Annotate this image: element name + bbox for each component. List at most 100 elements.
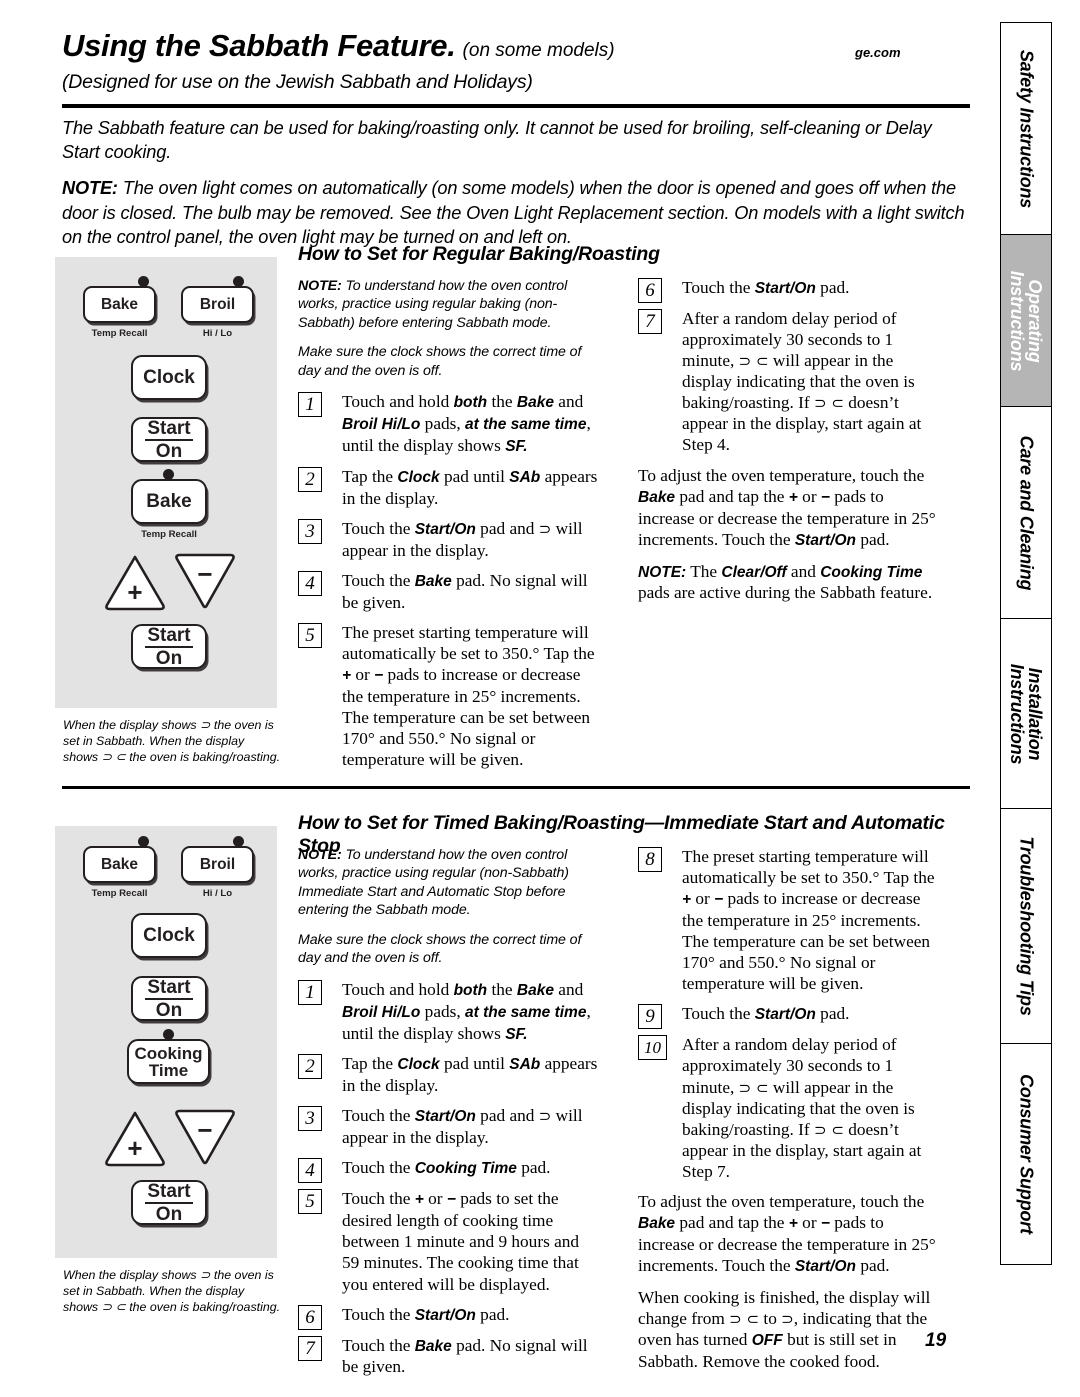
start-label: Start: [145, 417, 193, 441]
section-2-column-left: NOTE: To understand how the oven control…: [298, 846, 598, 1387]
panel-1-caption: When the display shows ⊃ the oven is set…: [63, 718, 281, 764]
on2-label: On: [155, 647, 183, 669]
sidebar-tab-safety-instructions[interactable]: Safety Instructions: [1000, 22, 1052, 234]
bake-pad-lower[interactable]: Bake: [131, 479, 207, 524]
sidebar-tab-consumer-support[interactable]: Consumer Support: [1000, 1043, 1052, 1265]
svg-text:−: −: [197, 559, 212, 589]
clock-pad[interactable]: Clock: [131, 355, 207, 400]
sidebar-tab-care-and-cleaning[interactable]: Care and Cleaning: [1000, 406, 1052, 618]
section-1-column-left: NOTE: To understand how the oven control…: [298, 277, 598, 779]
sidebar-tab-label: Troubleshooting Tips: [1016, 836, 1037, 1016]
step-number: 3: [298, 518, 322, 544]
start-label-2: Start: [145, 976, 193, 1000]
bake-pad-lower-sublabel: Temp Recall: [141, 529, 197, 540]
step-item: 2 Tap the Clock pad until SAb appears in …: [298, 466, 598, 509]
step-item: 6 Touch the Start/On pad.: [298, 1304, 598, 1330]
plus-pad[interactable]: +: [103, 553, 167, 613]
section-1-column-right: 6 Touch the Start/On pad. 7 After a random …: [638, 277, 938, 614]
step-number: 2: [298, 466, 322, 492]
step-number: 6: [298, 1304, 322, 1330]
bake-pad-sublabel: Temp Recall: [91, 328, 148, 339]
start2-label: Start: [145, 624, 193, 648]
step-number: 5: [298, 1189, 322, 1215]
minus-pad-2[interactable]: −: [173, 1107, 237, 1167]
step-text: Touch the Cooking Time pad.: [342, 1158, 551, 1178]
panel-2-caption: When the display shows ⊃ the oven is set…: [63, 1268, 281, 1314]
step-text: Touch the Start/On pad.: [342, 1304, 510, 1324]
page-title-main: Using the Sabbath Feature.: [62, 28, 456, 63]
start-on-pad-upper[interactable]: Start On: [131, 417, 207, 462]
step-item: 10 After a random delay period of approxi…: [638, 1034, 938, 1182]
bake-pad-2[interactable]: Bake: [83, 846, 156, 883]
broil-pad[interactable]: Broil: [181, 286, 254, 323]
step-text: Touch the Start/On pad and ⊃ will appear…: [342, 1106, 583, 1148]
step-item: 7 After a random delay period of approxim…: [638, 308, 938, 456]
broil-pad-sublabel: Hi / Lo: [202, 328, 233, 339]
step-item: 4 Touch the Cooking Time pad.: [298, 1157, 598, 1184]
step-item: 6 Touch the Start/On pad.: [638, 277, 938, 303]
step-text: The preset starting temperature will aut…: [682, 847, 935, 994]
step-item: 9 Touch the Start/On pad.: [638, 1003, 938, 1030]
section-2-note: NOTE: To understand how the oven control…: [298, 846, 598, 920]
step-item: 7 Touch the Bake pad. No signal will be g…: [298, 1335, 598, 1378]
start-on-pad-2-lower[interactable]: Start On: [131, 1180, 207, 1225]
step-text: Tap the Clock pad until SAb appears in t…: [342, 1054, 598, 1096]
control-panel-diagram-2: Bake Temp Recall Broil Hi / Lo Clock Sta…: [55, 826, 277, 1258]
broil-pad-2-sublabel: Hi / Lo: [202, 888, 233, 899]
step-item: 1 Touch and hold both the Bake and Broil …: [298, 391, 598, 457]
bake-pad[interactable]: Bake: [83, 286, 156, 323]
section-2-column-right: 8 The preset starting temperature will au…: [638, 846, 938, 1382]
bake-pad-2-label: Bake: [100, 855, 139, 873]
plus-pad-2[interactable]: +: [103, 1109, 167, 1169]
cooking-time-pad[interactable]: Cooking Time: [127, 1039, 210, 1084]
step-item: 3 Touch the Start/On pad and ⊃ will appea…: [298, 1105, 598, 1148]
svg-text:+: +: [127, 1133, 142, 1163]
bake-pad-lower-label: Bake: [146, 490, 192, 512]
sidebar-tab-troubleshooting-tips[interactable]: Troubleshooting Tips: [1000, 808, 1052, 1043]
broil-pad-label: Broil: [199, 295, 236, 313]
step-number: 2: [298, 1054, 322, 1080]
sidebar-tab-installation[interactable]: Installation Instructions: [1000, 618, 1052, 808]
step-number: 4: [298, 1158, 322, 1184]
step-text: Touch the Start/On pad.: [682, 278, 850, 297]
page-subtitle: (Designed for use on the Jewish Sabbath …: [62, 71, 533, 93]
step-number: 8: [638, 847, 662, 872]
sidebar-tab-label: Consumer Support: [1016, 1074, 1037, 1234]
page-number: 19: [925, 1330, 947, 1351]
step-number: 4: [298, 570, 322, 596]
page-title-sub: (on some models): [462, 40, 615, 61]
step-number: 10: [638, 1035, 667, 1061]
step-item: 4 Touch the Bake pad. No signal will be g…: [298, 570, 598, 613]
broil-pad-2[interactable]: Broil: [181, 846, 254, 883]
step-text: Touch and hold both the Bake and Broil H…: [342, 979, 591, 1043]
step-text: Touch the Start/On pad and ⊃ will appear…: [342, 518, 583, 560]
page-header: Using the Sabbath Feature. (on some model…: [62, 28, 982, 94]
section-2-adjust-paragraph: To adjust the oven temperature, touch th…: [638, 1192, 936, 1276]
intro-block: The Sabbath feature can be used for baki…: [62, 116, 967, 249]
start-on-pad-2-upper[interactable]: Start On: [131, 976, 207, 1021]
step-text: Touch the Bake pad. No signal will be gi…: [342, 1335, 588, 1377]
section-1-adjust-paragraph: To adjust the oven temperature, touch th…: [638, 465, 936, 549]
section-divider: [62, 786, 970, 789]
step-text: Touch the Start/On pad.: [682, 1004, 850, 1024]
section-2-note2: Make sure the clock shows the correct ti…: [298, 931, 582, 967]
minus-pad[interactable]: −: [173, 551, 237, 611]
on-label: On: [155, 440, 183, 462]
step-number: 1: [298, 979, 322, 1005]
step-item: 5 Touch the + or − pads to set the desire…: [298, 1188, 598, 1294]
intro-paragraph: The Sabbath feature can be used for baki…: [62, 118, 932, 163]
step-text: Touch the Bake pad. No signal will be gi…: [342, 570, 588, 612]
step-item: 3 Touch the Start/On pad and ⊃ will appea…: [298, 518, 598, 561]
sidebar-tab-label: Installation Instructions: [1007, 663, 1045, 764]
sidebar-tab-operating[interactable]: Operating Instructions: [1000, 234, 1052, 406]
step-text: Touch and hold both the Bake and Broil H…: [342, 392, 591, 456]
step-item: 5 The preset starting temperature will au…: [298, 622, 598, 770]
clock-pad-2[interactable]: Clock: [131, 913, 207, 958]
section-1-note-label: NOTE:: [298, 278, 342, 294]
step-number: 5: [298, 622, 322, 648]
section-1-note2: Make sure the clock shows the correct ti…: [298, 344, 582, 379]
start-on-pad-lower[interactable]: Start On: [131, 624, 207, 669]
time-label: Time: [148, 1060, 189, 1080]
step-text: After a random delay period of approxima…: [682, 308, 922, 455]
step-text: After a random delay period of approxima…: [682, 1035, 922, 1181]
